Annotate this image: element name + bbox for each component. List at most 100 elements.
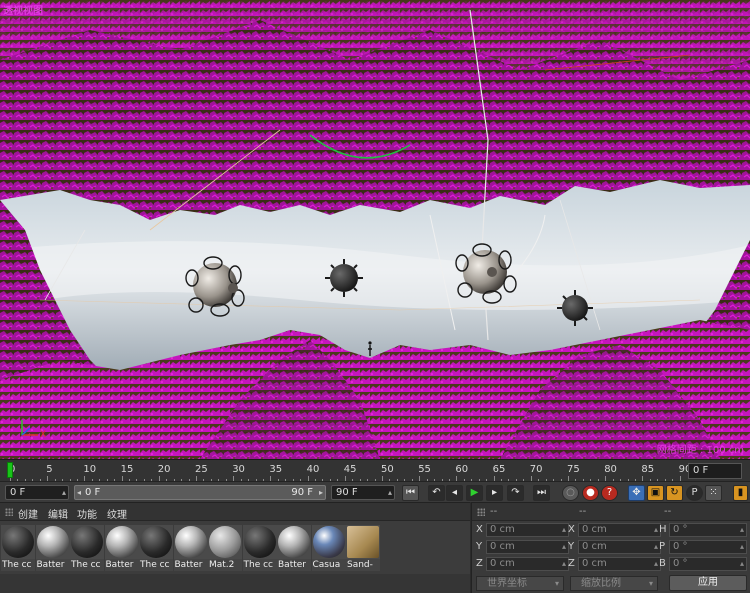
pos-x-field[interactable]: 0 cm ▴ — [486, 523, 569, 537]
menu-create[interactable]: 创建 — [18, 506, 38, 521]
size-y-field[interactable]: 0 cm ▴ — [578, 540, 661, 554]
max-frame-value: 90 F — [336, 487, 358, 498]
rot-h-field[interactable]: 0 ° ▴ — [669, 523, 747, 537]
material-thumbnail[interactable]: Mat.2 — [208, 525, 242, 571]
pos-x-label: X — [476, 524, 483, 535]
material-name: The cc — [1, 559, 35, 571]
material-thumbnail[interactable]: The cc — [70, 525, 104, 571]
coordinate-system-dropdown[interactable]: 世界坐标 ▾ — [476, 576, 564, 591]
parking-button[interactable]: P — [686, 485, 703, 501]
tick-label: 55 — [418, 464, 431, 475]
move-tool-button[interactable]: ✥ — [628, 485, 645, 501]
material-preview — [2, 526, 34, 558]
material-menubar: 创建 编辑 功能 纹理 — [0, 503, 470, 521]
size-x-field[interactable]: 0 cm ▴ — [578, 523, 661, 537]
max-frame-field[interactable]: 90 F ▴ — [331, 485, 395, 500]
frame-range-slider[interactable]: ◂ 0 F 90 F ▸ — [74, 485, 326, 500]
current-frame-field[interactable]: 0 F ▴ — [5, 485, 69, 500]
material-name: The cc — [70, 559, 104, 571]
pos-y-field[interactable]: 0 cm ▴ — [486, 540, 569, 554]
panel-grip-icon[interactable] — [477, 508, 485, 516]
scale-tool-button[interactable]: ▣ — [647, 485, 664, 501]
material-name: Batter — [173, 559, 208, 571]
scale-mode-dropdown[interactable]: 缩放比例 ▾ — [570, 576, 658, 591]
size-x-value: 0 cm — [582, 524, 607, 535]
material-thumbnail[interactable]: Batter — [35, 525, 70, 571]
material-preview — [209, 526, 241, 558]
viewport-title[interactable]: 透视视图 — [3, 2, 43, 17]
go-to-next-key-button[interactable]: ↷ — [507, 485, 524, 501]
coordinates-manager: -- -- -- X 0 cm ▴ X 0 cm ▴ H 0 ° ▴ Y 0 cm ▴ … — [471, 502, 750, 593]
material-thumbnail[interactable]: Casua — [311, 525, 346, 571]
position-header: -- — [490, 506, 498, 517]
play-button[interactable]: ▶ — [466, 485, 483, 501]
record-button[interactable]: ● — [582, 485, 599, 501]
key-motion-button[interactable]: ○ — [562, 485, 579, 501]
pos-z-field[interactable]: 0 cm ▴ — [486, 557, 569, 571]
size-y-value: 0 cm — [582, 541, 607, 552]
material-name: Mat.2 — [208, 559, 242, 571]
timeline-ruler[interactable]: 051015202530354045505560657075808590 0 F — [0, 459, 750, 482]
material-thumbnail[interactable]: Sand- — [346, 525, 380, 571]
material-thumbnail[interactable]: Batter — [277, 525, 311, 571]
help-button[interactable]: ? — [601, 485, 618, 501]
tick-label: 70 — [529, 464, 543, 475]
scene-render: X — [0, 0, 750, 459]
material-thumbnail[interactable]: The cc — [139, 525, 173, 571]
rot-p-value: 0 ° — [673, 541, 688, 552]
material-preview — [174, 526, 207, 558]
go-to-previous-key-button[interactable]: ↶ — [428, 485, 445, 501]
go-to-start-button[interactable]: ⏮ — [402, 485, 419, 501]
rot-p-field[interactable]: 0 ° ▴ — [669, 540, 747, 554]
go-to-end-button[interactable]: ⏭ — [533, 485, 550, 501]
tick-label: 15 — [120, 464, 134, 475]
material-thumbnail[interactable]: The cc — [1, 525, 35, 571]
range-start-value: 0 F — [85, 487, 101, 498]
step-forward-button[interactable]: ▸ — [486, 485, 503, 501]
tick-label: 80 — [604, 464, 617, 475]
material-thumbnail[interactable]: The cc — [242, 525, 277, 571]
material-preview — [312, 526, 345, 558]
menu-edit[interactable]: 编辑 — [48, 506, 68, 521]
coordinates-header: -- -- -- — [472, 503, 750, 521]
tick-label: 75 — [567, 464, 580, 475]
rot-b-value: 0 ° — [673, 558, 688, 569]
material-preview — [71, 526, 103, 558]
material-name: The cc — [242, 559, 277, 571]
material-name: Batter — [35, 559, 70, 571]
size-y-label: Y — [568, 541, 575, 552]
material-name: Batter — [277, 559, 311, 571]
tick-label: 60 — [455, 464, 469, 475]
current-frame-value: 0 F — [10, 487, 26, 498]
rot-h-label: H — [659, 524, 667, 535]
panel-grip-icon[interactable] — [5, 508, 13, 516]
tick-label: 10 — [83, 464, 97, 475]
tick-label: 85 — [641, 464, 655, 475]
tick-label: 50 — [381, 464, 394, 475]
material-preview — [243, 526, 276, 558]
rot-b-field[interactable]: 0 ° ▴ — [669, 557, 747, 571]
timeline-frame-field[interactable]: 0 F — [688, 463, 742, 479]
material-thumbnail[interactable]: Batter — [173, 525, 208, 571]
material-preview — [347, 526, 379, 558]
rot-h-value: 0 ° — [673, 524, 688, 535]
material-thumbnail[interactable]: Batter — [104, 525, 139, 571]
rotate-tool-button[interactable]: ↻ — [666, 485, 683, 501]
rot-p-label: P — [659, 541, 666, 552]
perspective-viewport[interactable]: X 透视视图 网格间距 : 100 cm — [0, 0, 750, 459]
pos-y-label: Y — [476, 541, 483, 552]
size-z-field[interactable]: 0 cm ▴ — [578, 557, 661, 571]
apply-button[interactable]: 应用 — [669, 575, 747, 591]
material-name: Casua — [311, 559, 346, 571]
rotation-header: -- — [664, 506, 672, 517]
grid-dots-button[interactable]: ⁙ — [705, 485, 722, 501]
filmstrip-button[interactable]: ▮ — [733, 485, 748, 501]
menu-function[interactable]: 功能 — [77, 506, 97, 521]
size-z-value: 0 cm — [582, 558, 607, 569]
tick-label: 65 — [492, 464, 506, 475]
menu-texture[interactable]: 纹理 — [107, 506, 127, 521]
step-back-button[interactable]: ◂ — [446, 485, 463, 501]
frame-ruler[interactable]: 051015202530354045505560657075808590 — [6, 460, 691, 482]
playhead[interactable] — [7, 462, 13, 478]
tick-label: 20 — [157, 464, 171, 475]
